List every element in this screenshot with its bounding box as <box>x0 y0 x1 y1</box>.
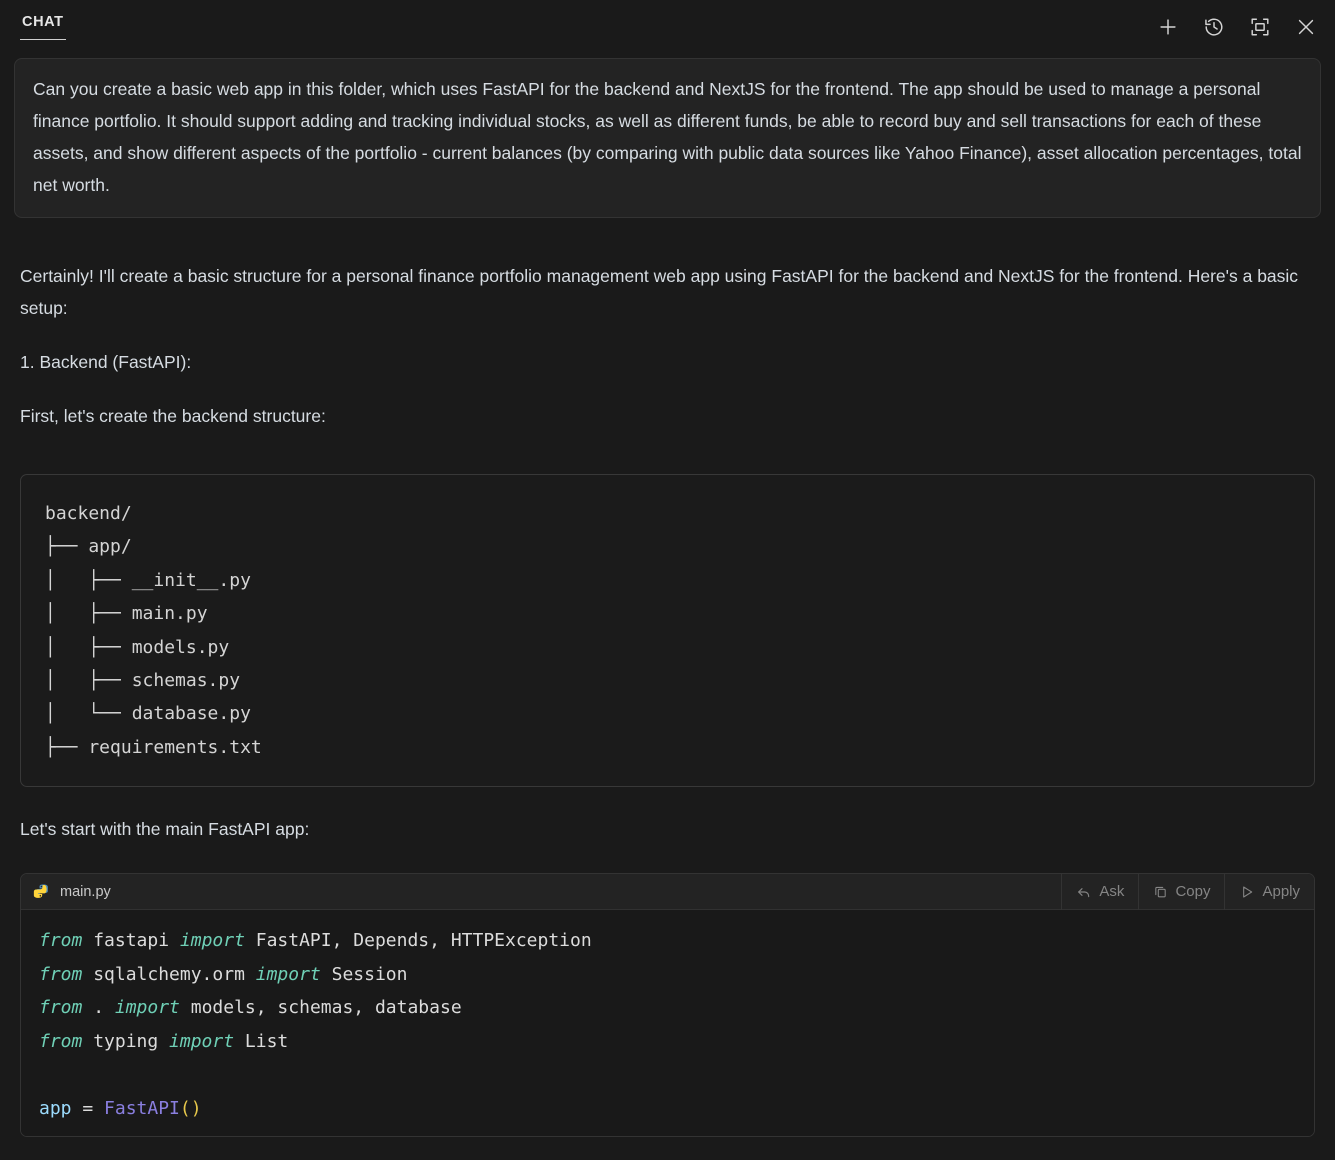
copy-button[interactable]: Copy <box>1138 874 1224 910</box>
ask-button-label: Ask <box>1099 883 1125 901</box>
apply-button[interactable]: Apply <box>1224 874 1314 910</box>
code-block-content[interactable]: from fastapi import FastAPI, Depends, HT… <box>21 910 1314 1136</box>
code-block-header: main.py Ask Copy Apply <box>21 874 1314 911</box>
copy-button-label: Copy <box>1175 883 1211 901</box>
assistant-intro-text: Certainly! I'll create a basic structure… <box>20 266 1299 318</box>
user-message-bubble: Can you create a basic web app in this f… <box>14 58 1321 218</box>
reply-arrow-icon <box>1076 884 1092 900</box>
file-tree-code-block: backend/ ├── app/ │ ├── __init__.py │ ├─… <box>20 474 1315 788</box>
tab-chat[interactable]: CHAT <box>20 12 66 40</box>
code-source: from fastapi import FastAPI, Depends, HT… <box>39 930 592 1120</box>
chat-panel-header: CHAT <box>0 0 1335 56</box>
assistant-lets-start-text: Let's start with the main FastAPI app: <box>20 819 310 840</box>
user-message-text: Can you create a basic web app in this f… <box>33 79 1307 195</box>
header-actions <box>1155 12 1319 40</box>
chat-scroll-area[interactable]: Can you create a basic web app in this f… <box>0 56 1335 1160</box>
play-triangle-icon <box>1239 884 1255 900</box>
tab-chat-label: CHAT <box>22 14 64 30</box>
new-chat-icon[interactable] <box>1155 14 1181 40</box>
ask-button[interactable]: Ask <box>1061 874 1138 910</box>
code-block-main-py: main.py Ask Copy Apply from fastapi impo… <box>20 873 1315 1137</box>
code-filename-label: main.py <box>60 883 111 900</box>
file-tree-content: backend/ ├── app/ │ ├── __init__.py │ ├─… <box>45 503 262 758</box>
copy-icon <box>1153 884 1168 899</box>
assistant-message: Certainly! I'll create a basic structure… <box>14 260 1321 1137</box>
header-tabs: CHAT <box>20 12 66 40</box>
apply-button-label: Apply <box>1262 883 1300 901</box>
close-icon[interactable] <box>1293 14 1319 40</box>
python-icon <box>33 884 48 898</box>
code-file-info: main.py <box>33 883 111 901</box>
history-icon[interactable] <box>1201 14 1227 40</box>
assistant-step-1-heading: 1. Backend (FastAPI): <box>20 352 192 372</box>
assistant-backend-structure-text: First, let's create the backend structur… <box>20 406 326 426</box>
maximize-icon[interactable] <box>1247 14 1273 40</box>
code-block-actions: Ask Copy Apply <box>1061 874 1314 910</box>
